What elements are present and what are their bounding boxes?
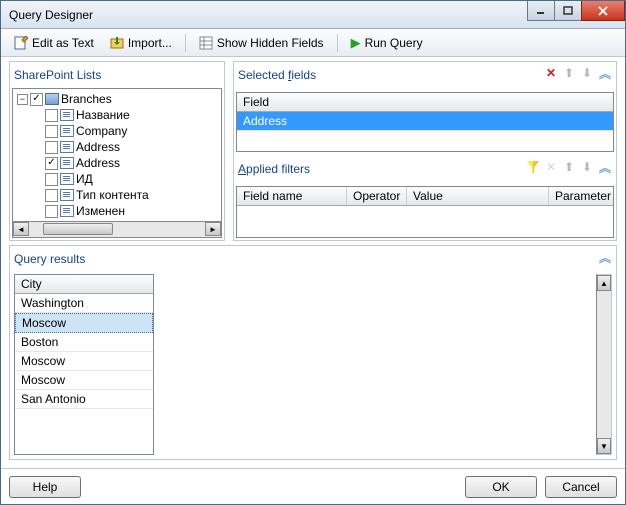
close-button[interactable] (581, 1, 625, 21)
field-icon (60, 189, 74, 201)
query-results-panel: Query results ︽ City WashingtonMoscowBos… (9, 245, 617, 460)
checkbox[interactable] (45, 173, 58, 186)
move-down-button[interactable]: ⬇ (580, 66, 594, 80)
result-row[interactable]: San Antonio (15, 390, 153, 409)
edit-as-text-label: Edit as Text (32, 36, 94, 50)
horizontal-scrollbar[interactable]: ◄ ► (12, 222, 222, 238)
scroll-left-button[interactable]: ◄ (13, 222, 29, 236)
tree-item-label: Название (76, 108, 130, 122)
field-icon (60, 109, 74, 121)
results-grid[interactable]: City WashingtonMoscowBostonMoscowMoscowS… (14, 274, 154, 455)
value-header[interactable]: Value (407, 187, 549, 205)
title-bar[interactable]: Query Designer (1, 1, 625, 29)
tree-item-label: Address (76, 140, 120, 154)
collapse-icon[interactable]: ︽ (598, 250, 612, 264)
vertical-scrollbar[interactable]: ▲ ▼ (596, 274, 612, 455)
show-hidden-icon (199, 36, 213, 50)
result-row[interactable]: Washington (15, 294, 153, 313)
move-up-button[interactable]: ⬆ (562, 66, 576, 80)
parameter-header[interactable]: Parameter (549, 187, 613, 205)
tree-item[interactable]: Company (13, 123, 221, 139)
import-button[interactable]: Import... (103, 33, 179, 53)
scroll-up-button[interactable]: ▲ (597, 275, 611, 291)
sharepoint-lists-panel: SharePoint Lists − Branches Название Compan… (9, 61, 225, 241)
checkbox[interactable] (45, 205, 58, 218)
field-icon (60, 173, 74, 185)
selected-fields-grid[interactable]: Field Address (236, 92, 614, 152)
tree-item[interactable]: Изменен (13, 203, 221, 219)
query-results-title: Query results ︽ (12, 248, 614, 272)
tree-item-label: Address (76, 156, 120, 170)
list-icon (45, 93, 59, 105)
toolbar-separator (185, 34, 186, 52)
field-icon (60, 205, 74, 217)
field-icon (60, 141, 74, 153)
remove-filter-button[interactable]: ✕ (544, 160, 558, 174)
selected-field-row[interactable]: Address (237, 112, 613, 131)
selected-fields-title: Selected fields ✕ ⬆ ⬇ ︽ (236, 64, 614, 88)
tree-item-label: ИД (76, 172, 93, 186)
scroll-down-button[interactable]: ▼ (597, 438, 611, 454)
right-panel: Selected fields ✕ ⬆ ⬇ ︽ Field Address (233, 61, 617, 241)
show-hidden-button[interactable]: Show Hidden Fields (192, 33, 331, 53)
move-up-button[interactable]: ⬆ (562, 160, 576, 174)
fields-tree[interactable]: − Branches Название Company Address Address ИД… (12, 88, 222, 222)
result-row[interactable]: Moscow (15, 352, 153, 371)
checkbox[interactable] (30, 93, 43, 106)
remove-field-button[interactable]: ✕ (544, 66, 558, 80)
ok-button[interactable]: OK (465, 476, 537, 498)
checkbox[interactable] (45, 125, 58, 138)
tree-item[interactable]: Address (13, 139, 221, 155)
maximize-button[interactable] (554, 1, 582, 21)
help-button[interactable]: Help (9, 476, 81, 498)
field-icon (60, 157, 74, 169)
tree-item[interactable]: Тип контента (13, 187, 221, 203)
field-column-header[interactable]: Field (237, 93, 613, 111)
show-hidden-label: Show Hidden Fields (217, 36, 324, 50)
field-icon (60, 125, 74, 137)
operator-header[interactable]: Operator (347, 187, 407, 205)
cancel-button[interactable]: Cancel (545, 476, 617, 498)
tree-item[interactable]: Название (13, 107, 221, 123)
import-label: Import... (128, 36, 172, 50)
checkbox[interactable] (45, 109, 58, 122)
collapse-icon[interactable]: ︽ (598, 66, 612, 80)
tree-item-label: Изменен (76, 204, 125, 218)
tree-item-label: Тип контента (76, 188, 149, 202)
applied-filters-grid[interactable]: Field name Operator Value Parameter (236, 186, 614, 238)
move-down-button[interactable]: ⬇ (580, 160, 594, 174)
field-name-header[interactable]: Field name (237, 187, 347, 205)
checkbox[interactable] (45, 189, 58, 202)
collapse-icon[interactable]: ︽ (598, 160, 612, 174)
toolbar-separator (337, 34, 338, 52)
edit-as-text-button[interactable]: Edit as Text (7, 33, 101, 53)
minimize-button[interactable] (527, 1, 555, 21)
tree-item[interactable]: ИД (13, 171, 221, 187)
sharepoint-lists-title: SharePoint Lists (12, 64, 222, 88)
results-column-header[interactable]: City (15, 275, 153, 294)
dialog-footer: Help OK Cancel (1, 468, 625, 504)
result-row[interactable]: Boston (15, 333, 153, 352)
query-designer-window: Query Designer Edit as Text Import... Sh… (0, 0, 626, 505)
result-row[interactable]: Moscow (15, 313, 153, 333)
run-icon: ▶ (351, 35, 361, 51)
import-icon (110, 36, 124, 50)
toolbar: Edit as Text Import... Show Hidden Field… (1, 29, 625, 57)
result-row[interactable]: Moscow (15, 371, 153, 390)
tree-item-label: Company (76, 124, 127, 138)
expand-icon[interactable]: − (17, 94, 28, 105)
checkbox[interactable] (45, 157, 58, 170)
edit-text-icon (14, 36, 28, 50)
run-query-button[interactable]: ▶ Run Query (344, 32, 430, 54)
tree-root-label[interactable]: Branches (61, 92, 112, 106)
run-query-label: Run Query (365, 36, 423, 50)
filter-icon[interactable] (526, 160, 540, 174)
scroll-right-button[interactable]: ► (205, 222, 221, 236)
tree-item[interactable]: Address (13, 155, 221, 171)
scroll-thumb[interactable] (43, 223, 113, 235)
window-title: Query Designer (9, 8, 93, 22)
checkbox[interactable] (45, 141, 58, 154)
applied-filters-title: Applied filters ✕ ⬆ ⬇ ︽ (236, 158, 614, 182)
